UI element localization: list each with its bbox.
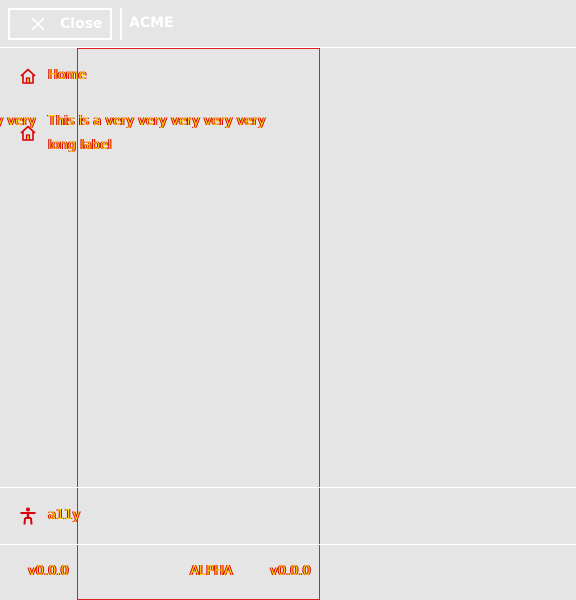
stage-badge: ALPHA xyxy=(190,564,233,579)
version-left: v0.0.0 xyxy=(28,564,69,579)
nav-item-home-label: Home xyxy=(48,68,87,83)
brand-name: ACME xyxy=(129,15,174,31)
header-bar: Close ACME xyxy=(0,0,576,48)
header-divider xyxy=(120,8,122,40)
home-icon xyxy=(19,124,37,142)
close-icon xyxy=(30,16,46,32)
nav-item-a11y-label: a11y xyxy=(48,508,81,523)
nav-item-long-label-text: This is a very very very very very long … xyxy=(48,114,266,153)
app-shell: Close ACME Home very very This is a very… xyxy=(0,0,576,600)
accessibility-icon xyxy=(19,507,37,525)
close-button[interactable]: Close xyxy=(8,8,112,40)
home-icon xyxy=(19,67,37,85)
nav-item-a11y[interactable]: a11y xyxy=(0,504,320,528)
version-right: v0.0.0 xyxy=(270,564,311,579)
footer-separator-top xyxy=(0,487,576,488)
nav-item-home[interactable]: Home xyxy=(0,64,320,88)
footer-separator-bottom xyxy=(0,544,576,545)
close-button-label: Close xyxy=(60,16,103,32)
